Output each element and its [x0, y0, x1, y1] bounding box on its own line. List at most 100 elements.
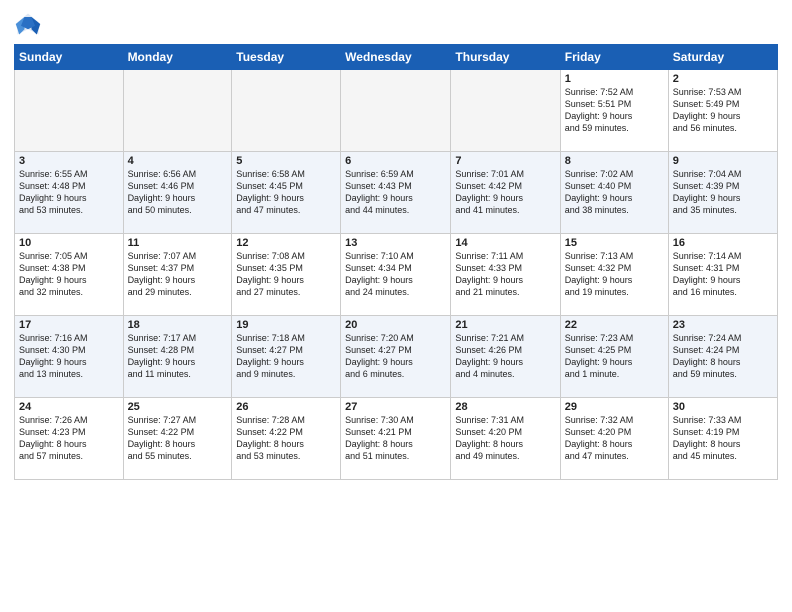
calendar-cell: 18Sunrise: 7:17 AM Sunset: 4:28 PM Dayli… [123, 316, 232, 398]
calendar-cell: 7Sunrise: 7:01 AM Sunset: 4:42 PM Daylig… [451, 152, 560, 234]
day-number: 1 [565, 73, 664, 85]
calendar-cell: 28Sunrise: 7:31 AM Sunset: 4:20 PM Dayli… [451, 398, 560, 480]
calendar-cell: 24Sunrise: 7:26 AM Sunset: 4:23 PM Dayli… [15, 398, 124, 480]
day-number: 24 [19, 401, 119, 413]
day-info: Sunrise: 7:07 AM Sunset: 4:37 PM Dayligh… [128, 250, 228, 299]
day-number: 9 [673, 155, 773, 167]
day-info: Sunrise: 6:55 AM Sunset: 4:48 PM Dayligh… [19, 168, 119, 217]
day-number: 11 [128, 237, 228, 249]
weekday-header-saturday: Saturday [668, 45, 777, 70]
weekday-header-tuesday: Tuesday [232, 45, 341, 70]
day-info: Sunrise: 7:21 AM Sunset: 4:26 PM Dayligh… [455, 332, 555, 381]
calendar-cell: 6Sunrise: 6:59 AM Sunset: 4:43 PM Daylig… [341, 152, 451, 234]
calendar-cell: 21Sunrise: 7:21 AM Sunset: 4:26 PM Dayli… [451, 316, 560, 398]
logo-icon [14, 10, 42, 38]
calendar-cell [232, 70, 341, 152]
calendar-cell: 23Sunrise: 7:24 AM Sunset: 4:24 PM Dayli… [668, 316, 777, 398]
day-info: Sunrise: 7:05 AM Sunset: 4:38 PM Dayligh… [19, 250, 119, 299]
calendar-cell: 26Sunrise: 7:28 AM Sunset: 4:22 PM Dayli… [232, 398, 341, 480]
day-info: Sunrise: 7:14 AM Sunset: 4:31 PM Dayligh… [673, 250, 773, 299]
day-number: 17 [19, 319, 119, 331]
calendar-cell: 25Sunrise: 7:27 AM Sunset: 4:22 PM Dayli… [123, 398, 232, 480]
calendar-cell: 3Sunrise: 6:55 AM Sunset: 4:48 PM Daylig… [15, 152, 124, 234]
day-number: 6 [345, 155, 446, 167]
calendar-week-row: 3Sunrise: 6:55 AM Sunset: 4:48 PM Daylig… [15, 152, 778, 234]
day-info: Sunrise: 7:02 AM Sunset: 4:40 PM Dayligh… [565, 168, 664, 217]
weekday-header-friday: Friday [560, 45, 668, 70]
weekday-header-thursday: Thursday [451, 45, 560, 70]
calendar-cell [123, 70, 232, 152]
weekday-header-sunday: Sunday [15, 45, 124, 70]
calendar: SundayMondayTuesdayWednesdayThursdayFrid… [14, 44, 778, 480]
calendar-cell: 22Sunrise: 7:23 AM Sunset: 4:25 PM Dayli… [560, 316, 668, 398]
calendar-week-row: 1Sunrise: 7:52 AM Sunset: 5:51 PM Daylig… [15, 70, 778, 152]
weekday-header-monday: Monday [123, 45, 232, 70]
day-number: 7 [455, 155, 555, 167]
day-number: 19 [236, 319, 336, 331]
day-number: 25 [128, 401, 228, 413]
day-info: Sunrise: 7:17 AM Sunset: 4:28 PM Dayligh… [128, 332, 228, 381]
day-info: Sunrise: 7:33 AM Sunset: 4:19 PM Dayligh… [673, 414, 773, 463]
calendar-cell: 16Sunrise: 7:14 AM Sunset: 4:31 PM Dayli… [668, 234, 777, 316]
calendar-cell: 17Sunrise: 7:16 AM Sunset: 4:30 PM Dayli… [15, 316, 124, 398]
calendar-cell: 1Sunrise: 7:52 AM Sunset: 5:51 PM Daylig… [560, 70, 668, 152]
day-info: Sunrise: 7:04 AM Sunset: 4:39 PM Dayligh… [673, 168, 773, 217]
calendar-cell: 30Sunrise: 7:33 AM Sunset: 4:19 PM Dayli… [668, 398, 777, 480]
day-number: 5 [236, 155, 336, 167]
day-number: 2 [673, 73, 773, 85]
day-info: Sunrise: 7:26 AM Sunset: 4:23 PM Dayligh… [19, 414, 119, 463]
calendar-cell: 15Sunrise: 7:13 AM Sunset: 4:32 PM Dayli… [560, 234, 668, 316]
day-number: 21 [455, 319, 555, 331]
day-info: Sunrise: 7:31 AM Sunset: 4:20 PM Dayligh… [455, 414, 555, 463]
day-info: Sunrise: 7:18 AM Sunset: 4:27 PM Dayligh… [236, 332, 336, 381]
day-info: Sunrise: 7:13 AM Sunset: 4:32 PM Dayligh… [565, 250, 664, 299]
day-info: Sunrise: 7:28 AM Sunset: 4:22 PM Dayligh… [236, 414, 336, 463]
calendar-cell: 13Sunrise: 7:10 AM Sunset: 4:34 PM Dayli… [341, 234, 451, 316]
day-number: 23 [673, 319, 773, 331]
day-info: Sunrise: 7:53 AM Sunset: 5:49 PM Dayligh… [673, 86, 773, 135]
header [14, 10, 778, 38]
calendar-cell: 10Sunrise: 7:05 AM Sunset: 4:38 PM Dayli… [15, 234, 124, 316]
calendar-cell: 8Sunrise: 7:02 AM Sunset: 4:40 PM Daylig… [560, 152, 668, 234]
day-number: 3 [19, 155, 119, 167]
calendar-cell [451, 70, 560, 152]
day-info: Sunrise: 6:56 AM Sunset: 4:46 PM Dayligh… [128, 168, 228, 217]
calendar-cell: 4Sunrise: 6:56 AM Sunset: 4:46 PM Daylig… [123, 152, 232, 234]
calendar-cell: 14Sunrise: 7:11 AM Sunset: 4:33 PM Dayli… [451, 234, 560, 316]
calendar-cell: 9Sunrise: 7:04 AM Sunset: 4:39 PM Daylig… [668, 152, 777, 234]
day-number: 12 [236, 237, 336, 249]
calendar-cell: 12Sunrise: 7:08 AM Sunset: 4:35 PM Dayli… [232, 234, 341, 316]
day-number: 4 [128, 155, 228, 167]
day-number: 14 [455, 237, 555, 249]
day-info: Sunrise: 7:52 AM Sunset: 5:51 PM Dayligh… [565, 86, 664, 135]
weekday-header-row: SundayMondayTuesdayWednesdayThursdayFrid… [15, 45, 778, 70]
day-info: Sunrise: 7:30 AM Sunset: 4:21 PM Dayligh… [345, 414, 446, 463]
day-number: 18 [128, 319, 228, 331]
day-info: Sunrise: 7:32 AM Sunset: 4:20 PM Dayligh… [565, 414, 664, 463]
day-info: Sunrise: 7:11 AM Sunset: 4:33 PM Dayligh… [455, 250, 555, 299]
day-number: 8 [565, 155, 664, 167]
day-info: Sunrise: 7:20 AM Sunset: 4:27 PM Dayligh… [345, 332, 446, 381]
day-number: 30 [673, 401, 773, 413]
calendar-cell [15, 70, 124, 152]
day-info: Sunrise: 7:16 AM Sunset: 4:30 PM Dayligh… [19, 332, 119, 381]
day-number: 16 [673, 237, 773, 249]
day-info: Sunrise: 7:23 AM Sunset: 4:25 PM Dayligh… [565, 332, 664, 381]
logo [14, 10, 46, 38]
page: SundayMondayTuesdayWednesdayThursdayFrid… [0, 0, 792, 486]
day-number: 13 [345, 237, 446, 249]
day-info: Sunrise: 6:59 AM Sunset: 4:43 PM Dayligh… [345, 168, 446, 217]
calendar-cell: 11Sunrise: 7:07 AM Sunset: 4:37 PM Dayli… [123, 234, 232, 316]
calendar-cell [341, 70, 451, 152]
calendar-week-row: 24Sunrise: 7:26 AM Sunset: 4:23 PM Dayli… [15, 398, 778, 480]
day-number: 10 [19, 237, 119, 249]
day-number: 20 [345, 319, 446, 331]
day-number: 15 [565, 237, 664, 249]
day-info: Sunrise: 7:10 AM Sunset: 4:34 PM Dayligh… [345, 250, 446, 299]
calendar-cell: 5Sunrise: 6:58 AM Sunset: 4:45 PM Daylig… [232, 152, 341, 234]
calendar-cell: 20Sunrise: 7:20 AM Sunset: 4:27 PM Dayli… [341, 316, 451, 398]
day-number: 26 [236, 401, 336, 413]
calendar-cell: 29Sunrise: 7:32 AM Sunset: 4:20 PM Dayli… [560, 398, 668, 480]
calendar-week-row: 17Sunrise: 7:16 AM Sunset: 4:30 PM Dayli… [15, 316, 778, 398]
day-info: Sunrise: 6:58 AM Sunset: 4:45 PM Dayligh… [236, 168, 336, 217]
